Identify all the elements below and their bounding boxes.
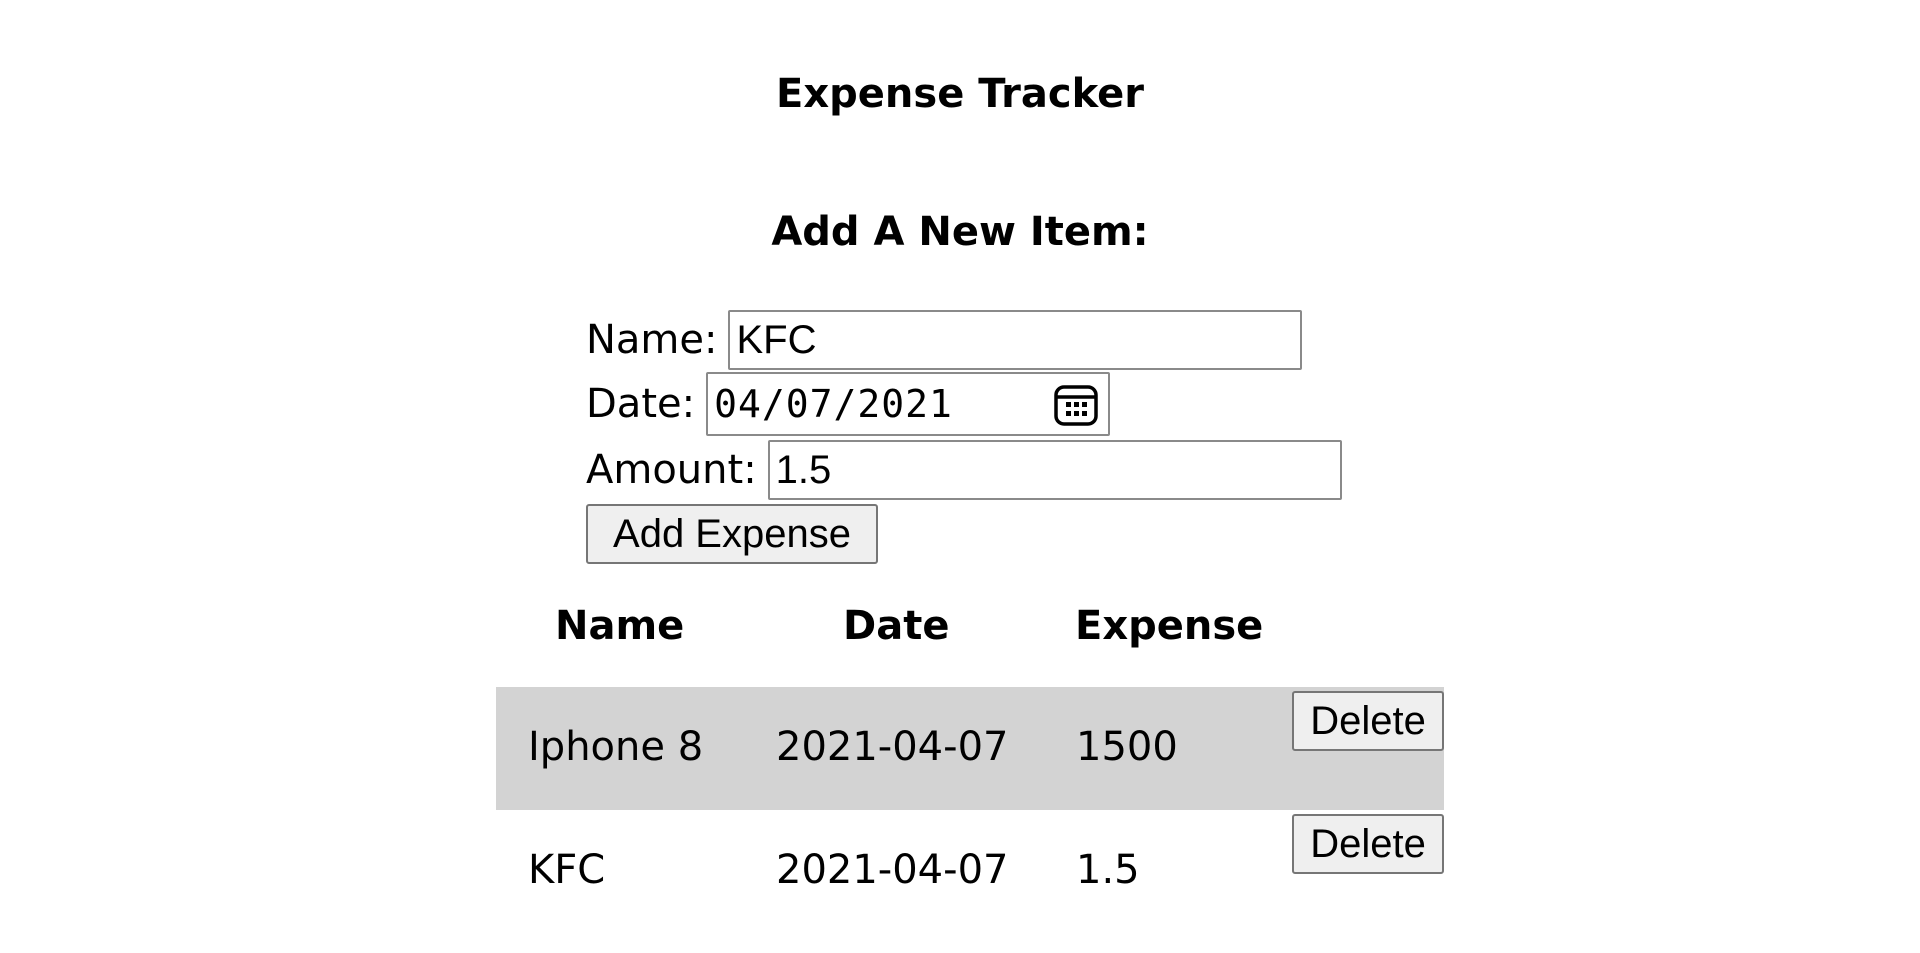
name-row: Name: xyxy=(586,310,1303,370)
row-expense: 1500 xyxy=(1076,724,1178,770)
date-input[interactable]: 04/07/2021 xyxy=(706,372,1111,436)
date-value: 04/07/2021 xyxy=(714,382,953,426)
calendar-icon[interactable] xyxy=(1052,380,1100,428)
form-heading: Add A New Item: xyxy=(771,209,1149,255)
page-title: Expense Tracker xyxy=(776,71,1144,117)
name-label: Name: xyxy=(586,317,718,363)
row-date: 2021-04-07 xyxy=(776,724,1009,770)
row-date: 2021-04-07 xyxy=(776,847,1009,893)
row-expense: 1.5 xyxy=(1076,847,1140,893)
column-header-date: Date xyxy=(843,603,950,649)
add-expense-button[interactable]: Add Expense xyxy=(586,504,878,564)
delete-button[interactable]: Delete xyxy=(1292,691,1444,751)
row-name: KFC xyxy=(528,847,606,893)
table-row: KFC 2021-04-07 1.5 Delete xyxy=(496,810,1444,933)
table-row: Iphone 8 2021-04-07 1500 Delete xyxy=(496,687,1444,810)
row-name: Iphone 8 xyxy=(528,724,704,770)
submit-row: Add Expense xyxy=(586,504,878,564)
name-input[interactable] xyxy=(728,310,1303,370)
amount-label: Amount: xyxy=(586,447,757,493)
date-row: Date: 04/07/2021 xyxy=(586,372,1111,436)
date-label: Date: xyxy=(586,381,696,427)
amount-input[interactable] xyxy=(767,440,1342,500)
column-header-expense: Expense xyxy=(1075,603,1264,649)
delete-button[interactable]: Delete xyxy=(1292,814,1444,874)
column-header-name: Name xyxy=(555,603,685,649)
amount-row: Amount: xyxy=(586,440,1342,500)
